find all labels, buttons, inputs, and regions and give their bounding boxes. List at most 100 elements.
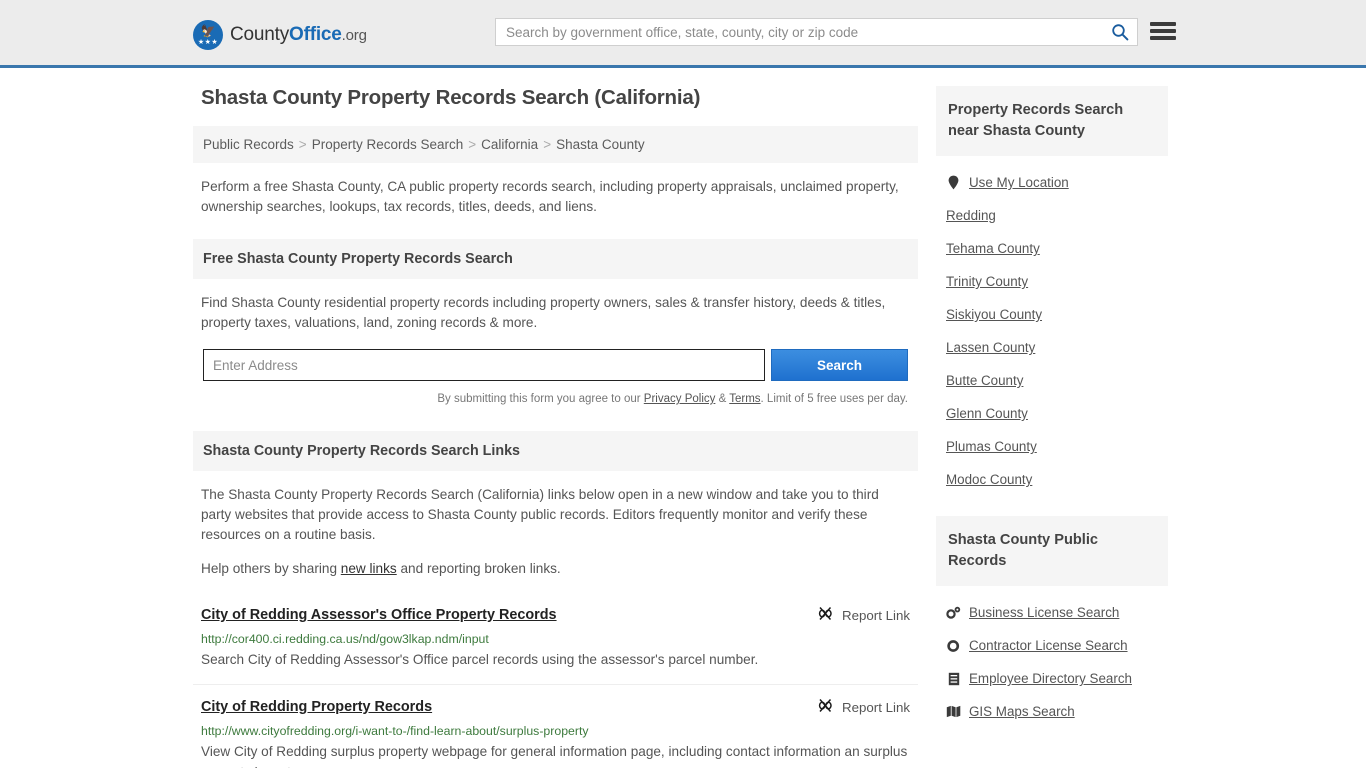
sidebar-item-label[interactable]: Use My Location (969, 175, 1069, 190)
broken-link-icon (817, 606, 834, 624)
sidebar-item-business-license-search[interactable]: Business License Search (946, 596, 1168, 629)
sidebar-item-tehama-county[interactable]: Tehama County (946, 232, 1168, 265)
sidebar-item-lassen-county[interactable]: Lassen County (946, 331, 1168, 364)
form-fineprint: By submitting this form you agree to our… (201, 389, 910, 409)
sidebar-public-records-list: Business License Search Contractor Licen… (936, 586, 1168, 732)
sidebar-item-label[interactable]: Glenn County (946, 406, 1028, 421)
map-icon (946, 705, 961, 718)
sidebar-item-redding[interactable]: Redding (946, 199, 1168, 232)
sidebar: Property Records Search near Shasta Coun… (936, 86, 1168, 768)
sidebar-nearby-heading: Property Records Search near Shasta Coun… (936, 86, 1168, 156)
report-link-label: Report Link (842, 607, 910, 623)
links-section-paragraph: The Shasta County Property Records Searc… (201, 487, 879, 542)
logo-text: CountyOffice.org (230, 24, 367, 46)
hamburger-bar-2 (1150, 29, 1176, 33)
sidebar-item-butte-county[interactable]: Butte County (946, 364, 1168, 397)
page-body: Shasta County Property Records Search (C… (0, 68, 1366, 768)
links-results-list: City of Redding Assessor's Office Proper… (193, 593, 918, 768)
sidebar-item-glenn-county[interactable]: Glenn County (946, 397, 1168, 430)
link-result-url[interactable]: http://www.cityofredding.org/i-want-to-/… (201, 723, 910, 739)
free-search-heading: Free Shasta County Property Records Sear… (193, 239, 918, 279)
search-button[interactable]: Search (770, 349, 908, 381)
sidebar-item-label[interactable]: GIS Maps Search (969, 704, 1075, 719)
sidebar-card-nearby: Property Records Search near Shasta Coun… (936, 86, 1168, 500)
link-result-description: View City of Redding surplus property we… (201, 744, 908, 768)
hamburger-bar-1 (1150, 22, 1176, 26)
link-result-description: Search City of Redding Assessor's Office… (201, 652, 759, 667)
breadcrumb: Public Records > Property Records Search > C… (193, 126, 918, 163)
sidebar-item-gis-maps-search[interactable]: GIS Maps Search (946, 695, 1168, 728)
page-title: Shasta County Property Records Search (C… (201, 86, 701, 109)
main-content: Shasta County Property Records Search (C… (193, 86, 918, 768)
fineprint-prefix: By submitting this form you agree to our (437, 393, 644, 405)
report-link-button[interactable]: Report Link (817, 697, 910, 716)
gears-icon (946, 606, 961, 620)
logo-text-county: County (230, 24, 290, 45)
breadcrumb-separator: > (468, 137, 477, 152)
breadcrumb-separator: > (298, 137, 307, 152)
sidebar-item-label[interactable]: Lassen County (946, 340, 1035, 355)
report-link-button[interactable]: Report Link (817, 605, 910, 624)
breadcrumb-item-3[interactable]: Shasta County (556, 137, 645, 152)
free-search-body: Find Shasta County residential property … (193, 293, 918, 409)
link-result-header: City of Redding Assessor's Office Proper… (201, 605, 910, 625)
gear-icon (946, 639, 961, 653)
sidebar-item-plumas-county[interactable]: Plumas County (946, 430, 1168, 463)
map-pin-icon (946, 175, 961, 190)
sidebar-item-label[interactable]: Modoc County (946, 472, 1032, 487)
sidebar-item-label[interactable]: Siskiyou County (946, 307, 1042, 322)
sidebar-item-siskiyou-county[interactable]: Siskiyou County (946, 298, 1168, 331)
address-search-form: Search (201, 349, 910, 381)
sidebar-item-employee-directory-search[interactable]: Employee Directory Search (946, 662, 1168, 695)
fineprint-suffix: . Limit of 5 free uses per day. (760, 393, 908, 405)
eagle-seal-icon: 🦅 ★★★ (193, 20, 223, 50)
sidebar-item-label[interactable]: Plumas County (946, 439, 1037, 454)
logo-text-office: Office (289, 24, 342, 45)
report-link-label: Report Link (842, 699, 910, 715)
hamburger-bar-3 (1150, 36, 1176, 40)
page-intro-text: Perform a free Shasta County, CA public … (201, 179, 899, 214)
sidebar-item-use-my-location[interactable]: Use My Location (946, 166, 1168, 199)
search-input[interactable] (496, 19, 1103, 45)
sidebar-item-label[interactable]: Trinity County (946, 274, 1028, 289)
breadcrumb-separator: > (543, 137, 552, 152)
sidebar-item-label[interactable]: Business License Search (969, 605, 1119, 620)
sidebar-item-label[interactable]: Employee Directory Search (969, 671, 1132, 686)
help-suffix: and reporting broken links. (396, 561, 561, 576)
link-result-header: City of Redding Property Records Report … (201, 697, 910, 717)
sidebar-item-label[interactable]: Butte County (946, 373, 1023, 388)
link-result-title[interactable]: City of Redding Assessor's Office Proper… (201, 605, 557, 625)
breadcrumb-item-0[interactable]: Public Records (203, 137, 294, 152)
link-result-title[interactable]: City of Redding Property Records (201, 697, 432, 717)
sidebar-item-label[interactable]: Tehama County (946, 241, 1040, 256)
sidebar-item-modoc-county[interactable]: Modoc County (946, 463, 1168, 496)
hamburger-menu-icon[interactable] (1150, 20, 1176, 42)
help-prefix: Help others by sharing (201, 561, 341, 576)
link-result-item: City of Redding Assessor's Office Proper… (193, 593, 918, 685)
sidebar-public-records-heading: Shasta County Public Records (936, 516, 1168, 586)
free-search-description: Find Shasta County residential property … (201, 295, 886, 330)
sidebar-item-contractor-license-search[interactable]: Contractor License Search (946, 629, 1168, 662)
breadcrumb-item-1[interactable]: Property Records Search (312, 137, 464, 152)
breadcrumb-item-2[interactable]: California (481, 137, 538, 152)
search-icon[interactable] (1103, 19, 1137, 45)
header-search-bar[interactable] (495, 18, 1138, 46)
sidebar-item-trinity-county[interactable]: Trinity County (946, 265, 1168, 298)
logo-text-org: .org (341, 27, 367, 44)
privacy-policy-link[interactable]: Privacy Policy (644, 393, 716, 405)
sidebar-nearby-list: Use My Location Redding Tehama County Tr… (936, 156, 1168, 500)
site-header: 🦅 ★★★ CountyOffice.org (0, 0, 1366, 68)
link-result-item: City of Redding Property Records Report … (193, 685, 918, 768)
links-section-body: The Shasta County Property Records Searc… (193, 485, 918, 579)
links-help-line: Help others by sharing new links and rep… (201, 559, 910, 579)
sidebar-card-public-records: Shasta County Public Records Business Li… (936, 516, 1168, 732)
fineprint-amp: & (715, 393, 730, 405)
link-result-url[interactable]: http://cor400.ci.redding.ca.us/nd/gow3lk… (201, 631, 910, 647)
address-input[interactable] (203, 349, 765, 381)
new-links-link[interactable]: new links (341, 561, 397, 576)
broken-link-icon (817, 698, 834, 716)
sidebar-item-label[interactable]: Redding (946, 208, 996, 223)
site-logo[interactable]: 🦅 ★★★ CountyOffice.org (193, 20, 367, 50)
terms-link[interactable]: Terms (729, 393, 760, 405)
sidebar-item-label[interactable]: Contractor License Search (969, 638, 1128, 653)
